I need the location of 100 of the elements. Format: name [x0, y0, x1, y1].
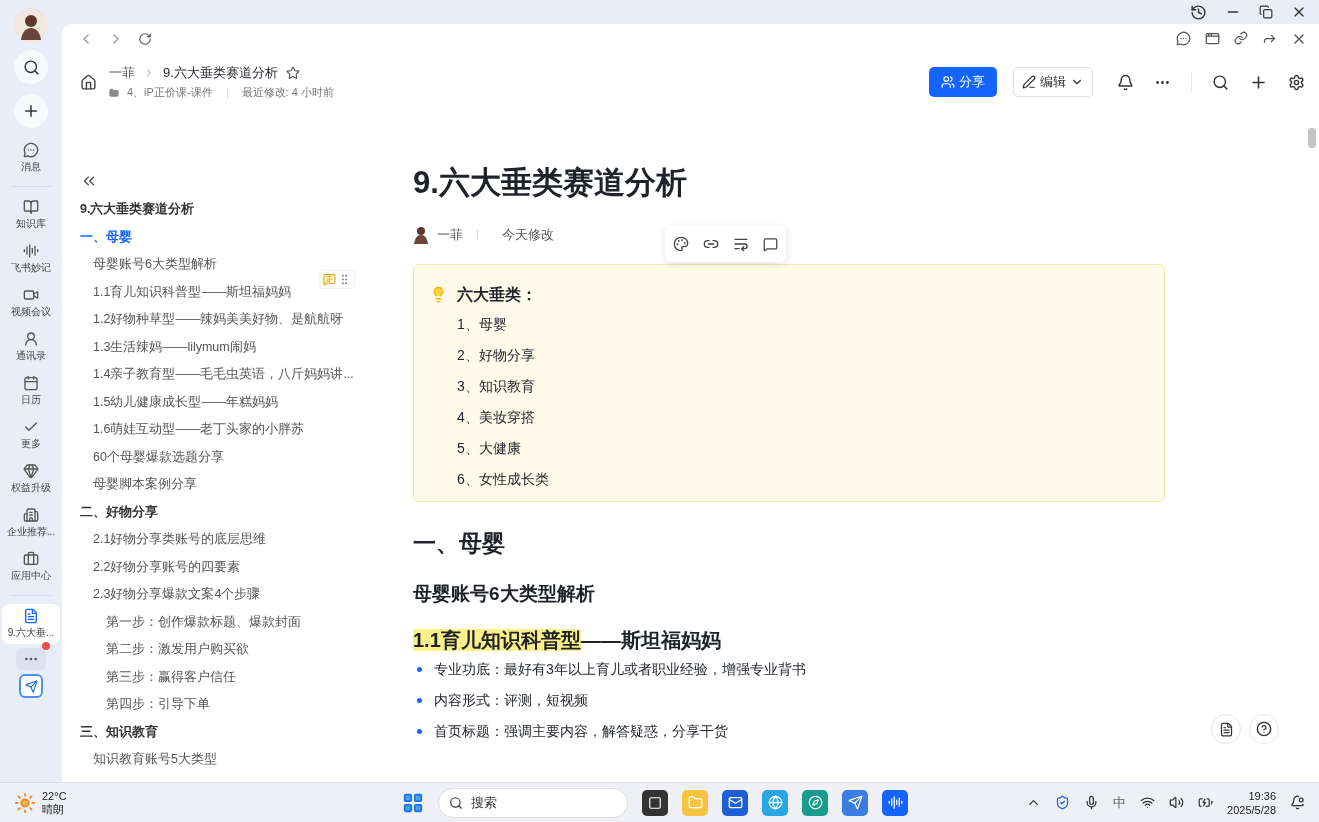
- outline-item[interactable]: 2.3好物分享爆款文案4个步骤: [80, 581, 362, 609]
- input-method[interactable]: 中: [1113, 793, 1127, 812]
- chat-icon[interactable]: [1176, 31, 1191, 46]
- outline-item[interactable]: 1.3生活辣妈——lilymum闹妈: [80, 333, 362, 361]
- comment-icon[interactable]: [763, 236, 778, 252]
- bullet-icon: [417, 698, 422, 703]
- star-icon[interactable]: [285, 66, 300, 80]
- rail-item[interactable]: 飞书妙记: [2, 239, 60, 279]
- rail-item[interactable]: 9.六大垂...: [2, 604, 60, 644]
- more-button[interactable]: [16, 648, 46, 670]
- document-icon: [1218, 721, 1234, 737]
- outline-item[interactable]: 母婴脚本案例分享: [80, 471, 362, 499]
- volume-icon[interactable]: [1169, 795, 1185, 810]
- weather-icon: [14, 791, 36, 814]
- mail-icon: [727, 795, 743, 810]
- history-icon[interactable]: [1190, 3, 1207, 21]
- list-item: 4、美妆穿搭: [457, 408, 536, 427]
- wifi-icon[interactable]: [1140, 795, 1156, 810]
- outline-item[interactable]: 一、母婴: [80, 223, 362, 251]
- modified-time: 最近修改: 4 小时前: [241, 85, 334, 100]
- home-icon[interactable]: [80, 73, 97, 91]
- outline-item[interactable]: 60个母婴爆款选题分享: [80, 443, 362, 471]
- outline-item[interactable]: 1.1育儿知识科普型——斯坦福妈妈: [80, 278, 362, 306]
- share-button[interactable]: 分享: [929, 67, 997, 97]
- help-icon: [1256, 721, 1272, 737]
- chat-icon: [23, 142, 39, 158]
- link-icon[interactable]: [1234, 31, 1248, 45]
- bullet-text: 内容形式：评测，短视频: [434, 691, 588, 710]
- clock-date[interactable]: 2025/5/28: [1227, 802, 1276, 817]
- outline-item[interactable]: 1.4亲子教育型——毛毛虫英语，八斤妈妈讲...: [80, 361, 362, 389]
- rail-item[interactable]: 权益升级: [2, 459, 60, 499]
- breadcrumb-link[interactable]: 一菲: [109, 64, 135, 82]
- rail-item[interactable]: 通讯录: [2, 327, 60, 367]
- window-icon[interactable]: [1205, 31, 1220, 46]
- send-icon: [24, 679, 38, 693]
- weather-text: 晴朗: [42, 802, 65, 816]
- outline-item[interactable]: 1.5幼儿健康成长型——年糕妈妈: [80, 388, 362, 416]
- bell-icon[interactable]: [1117, 73, 1134, 91]
- author-name[interactable]: 一菲: [437, 226, 463, 244]
- compass-app-icon[interactable]: [802, 789, 828, 816]
- mail-app-icon[interactable]: [722, 789, 748, 816]
- document-button[interactable]: [1211, 714, 1241, 744]
- globe-icon: [767, 795, 783, 810]
- rail-item[interactable]: 应用中心: [2, 547, 60, 587]
- edit-button[interactable]: 编辑: [1013, 67, 1093, 97]
- library-icon: [23, 199, 39, 215]
- outline-item[interactable]: 第二步：激发用户购买欲: [80, 636, 362, 664]
- outline-item[interactable]: 母婴账号6大类型解析: [80, 251, 362, 279]
- users-icon: [941, 75, 955, 89]
- start-icon[interactable]: [402, 791, 424, 814]
- wrap-text-icon[interactable]: [733, 236, 749, 252]
- company-icon: [23, 507, 39, 523]
- outline-item[interactable]: 1.6萌娃互动型——老丁头家的小胖苏: [80, 416, 362, 444]
- rail-item[interactable]: 消息: [2, 138, 60, 178]
- task-view-icon[interactable]: [642, 789, 668, 816]
- globe-app-icon[interactable]: [762, 789, 788, 816]
- reload-icon[interactable]: [138, 32, 152, 46]
- plus-icon: [22, 102, 40, 120]
- outline-item[interactable]: 知识教育账号5大类型: [80, 746, 362, 774]
- rail-item[interactable]: 企业推荐...: [2, 503, 60, 543]
- outline-item[interactable]: 第三步：赢得客户信任: [80, 663, 362, 691]
- help-button[interactable]: [1249, 714, 1279, 744]
- settings-icon[interactable]: [1288, 73, 1305, 91]
- outline-item[interactable]: 三、知识教育: [80, 718, 362, 746]
- restore-icon[interactable]: [1259, 5, 1273, 19]
- folder-name[interactable]: 4、iP正价课-课件: [127, 85, 213, 100]
- outline-item[interactable]: 2.2好物分享账号的四要素: [80, 553, 362, 581]
- send-app-icon[interactable]: [842, 789, 868, 816]
- outline-item[interactable]: 第四步：引导下单: [80, 691, 362, 719]
- block-handle[interactable]: [319, 270, 355, 289]
- doc-icon: [23, 608, 39, 624]
- compass-icon: [807, 795, 823, 810]
- shield-icon[interactable]: [1055, 795, 1071, 810]
- send-icon: [847, 795, 863, 810]
- gem-icon: [23, 463, 39, 479]
- comment-icon: [323, 273, 336, 286]
- pen-icon: [1022, 75, 1036, 89]
- clock-time[interactable]: 19:36: [1248, 788, 1276, 803]
- outline-item[interactable]: 9.六大垂类赛道分析: [80, 196, 362, 224]
- wave-app-icon[interactable]: [882, 789, 908, 816]
- outline-item[interactable]: 2.1好物分享类账号的底层思维: [80, 526, 362, 554]
- rail-item[interactable]: 知识库: [2, 195, 60, 235]
- search-button[interactable]: [14, 50, 48, 84]
- search-field[interactable]: 搜索: [438, 787, 628, 818]
- outline-item[interactable]: 二、好物分享: [80, 498, 362, 526]
- battery-icon[interactable]: [1198, 795, 1214, 810]
- app-icon[interactable]: [19, 674, 43, 698]
- search-icon[interactable]: [1212, 73, 1229, 91]
- outline-item[interactable]: 1.2好物种草型——辣妈美美好物、是航航呀: [80, 306, 362, 334]
- notification-icon[interactable]: [1290, 795, 1305, 810]
- subheading: 母婴账号6大类型解析: [413, 582, 596, 606]
- rail-item[interactable]: 日历: [2, 371, 60, 411]
- list-item: 2、好物分享: [457, 346, 536, 365]
- rail-item[interactable]: 更多: [2, 415, 60, 455]
- mic-icon[interactable]: [1084, 795, 1100, 810]
- palette-icon[interactable]: [673, 236, 689, 252]
- rail-item[interactable]: 视频会议: [2, 283, 60, 323]
- avatar[interactable]: [14, 8, 48, 42]
- outline-item[interactable]: 第一步：创作爆款标题、爆款封面: [80, 608, 362, 636]
- add-button[interactable]: [14, 94, 48, 128]
